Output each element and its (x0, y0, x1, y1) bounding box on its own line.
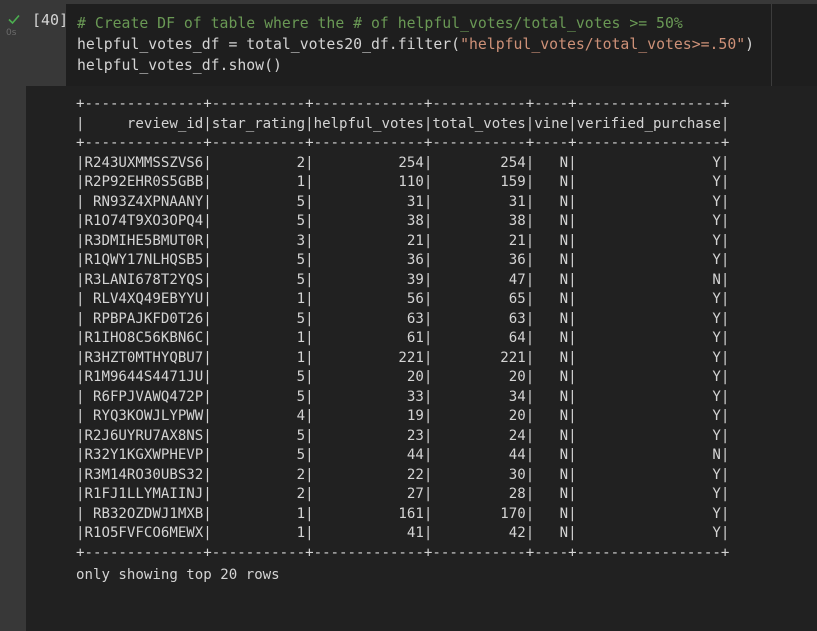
cell-gutter: 0s (0, 0, 26, 631)
table-row: |R3HZT0MTHYQBU7| 1| 221| 221| N| Y| (76, 349, 730, 366)
table-row: | RN93Z4XPNAANY| 5| 31| 31| N| Y| (76, 193, 730, 210)
table-row: | RB32OZDWJ1MXB| 1| 161| 170| N| Y| (76, 505, 730, 522)
table-header: | review_id|star_rating|helpful_votes|to… (76, 115, 730, 132)
code-editor-margin (771, 4, 817, 86)
table-row: |R3DMIHE5BMUT0R| 3| 21| 21| N| Y| (76, 232, 730, 249)
table-row: | R6FPJVAWQ472P| 5| 33| 34| N| Y| (76, 388, 730, 405)
table-row: |R243UXMMSSZVS6| 2| 254| 254| N| Y| (76, 154, 730, 171)
code-token: # Create DF of table where the # of help… (77, 15, 683, 32)
code-editor[interactable]: # Create DF of table where the # of help… (66, 4, 771, 86)
output-panel: +--------------+-----------+------------… (26, 86, 817, 631)
table-border: +--------------+-----------+------------… (76, 135, 730, 151)
table-row: |R1O5FVFCO6MEWX| 1| 41| 42| N| Y| (76, 525, 730, 541)
code-token: helpful_votes_df.show() (77, 57, 282, 74)
table-row: |R1M9644S4471JU| 5| 20| 20| N| Y| (76, 369, 730, 385)
notebook-cell: 0s [40] # Create DF of table where the #… (0, 0, 817, 631)
table-row: |R1IHO8C56KBN6C| 1| 61| 64| N| Y| (76, 330, 730, 346)
table-row: |R3LANI678T2YQS| 5| 39| 47| N| N| (76, 271, 730, 288)
table-border: +--------------+-----------+------------… (76, 544, 730, 561)
table-row: |R2J6UYRU7AX8NS| 5| 23| 24| N| Y| (76, 427, 730, 444)
table-row: |R1FJ1LLYMAIINJ| 2| 27| 28| N| Y| (76, 486, 730, 502)
code-token: helpful_votes_df = total_votes20_df.filt… (77, 36, 461, 53)
output-area: +--------------+-----------+------------… (26, 86, 817, 631)
code-token: "helpful_votes/total_votes>=.50" (460, 36, 746, 53)
check-icon[interactable] (7, 12, 21, 26)
table-row: | RLV4XQ49EBYYU| 1| 56| 65| N| Y| (76, 291, 730, 307)
run-time: 0s (6, 28, 17, 38)
table-row: |R1O74T9XO3OPQ4| 5| 38| 38| N| Y| (76, 213, 730, 229)
table-row: |R32Y1KGXWPHEVP| 5| 44| 44| N| N| (76, 447, 730, 463)
code-line: helpful_votes_df = total_votes20_df.filt… (77, 35, 754, 55)
execution-count: [40] (32, 11, 69, 29)
table-row: |R2P92EHR0S5GBB| 1| 110| 159| N| Y| (76, 174, 730, 190)
table-border: +--------------+-----------+------------… (76, 96, 730, 112)
table-row: | RPBPAJKFD0T26| 5| 63| 63| N| Y| (76, 310, 730, 327)
table-row: |R1QWY17NLHQSB5| 5| 36| 36| N| Y| (76, 252, 730, 268)
output-table: +--------------+-----------+------------… (76, 95, 729, 563)
code-token: ) (745, 36, 755, 53)
code-line: # Create DF of table where the # of help… (77, 14, 683, 34)
table-row: | RYQ3KOWJLYPWW| 4| 19| 20| N| Y| (76, 408, 730, 424)
table-row: |R3M14RO30UBS32| 2| 22| 30| N| Y| (76, 466, 730, 483)
code-line: helpful_votes_df.show() (77, 56, 282, 76)
output-footer: only showing top 20 rows (76, 567, 280, 583)
